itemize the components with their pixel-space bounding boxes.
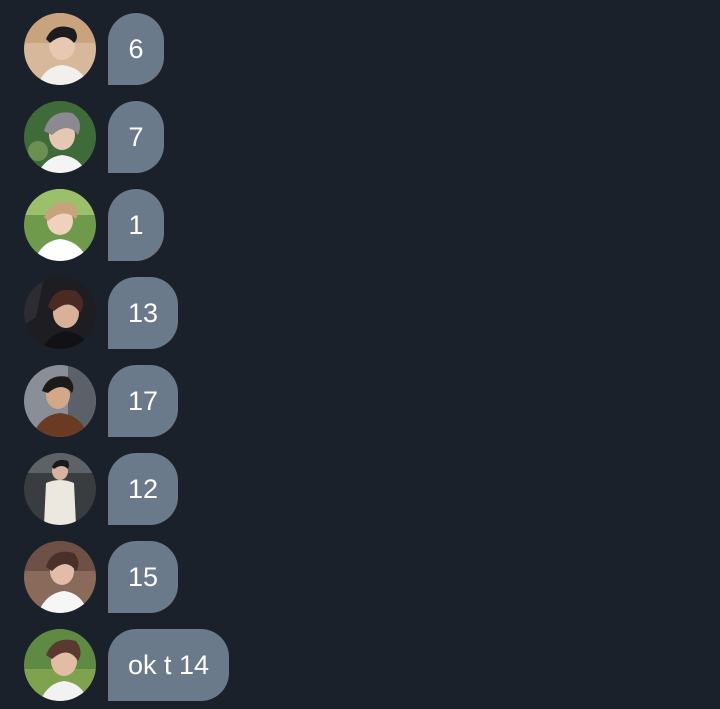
message-bubble[interactable]: 6 (108, 13, 164, 85)
avatar[interactable] (24, 189, 96, 261)
avatar[interactable] (24, 13, 96, 85)
message-bubble[interactable]: 12 (108, 453, 179, 525)
message-bubble[interactable]: ok t 14 (108, 629, 230, 701)
avatar[interactable] (24, 629, 96, 701)
message-row: 7 (24, 101, 164, 173)
message-row: 12 (24, 453, 179, 525)
message-row: 13 (24, 277, 179, 349)
message-bubble[interactable]: 7 (108, 101, 164, 173)
message-row: 1 (24, 189, 164, 261)
message-row: 17 (24, 365, 179, 437)
message-bubble[interactable]: 13 (108, 277, 179, 349)
avatar[interactable] (24, 365, 96, 437)
message-bubble[interactable]: 17 (108, 365, 179, 437)
avatar[interactable] (24, 453, 96, 525)
message-row: ok t 14 (24, 629, 230, 701)
message-row: 6 (24, 13, 164, 85)
message-bubble[interactable]: 15 (108, 541, 179, 613)
message-bubble[interactable]: 1 (108, 189, 164, 261)
chat-message-list: 6 7 1 13 17 12 15 ok t 14 (0, 0, 720, 709)
avatar[interactable] (24, 101, 96, 173)
message-row: 15 (24, 541, 179, 613)
avatar[interactable] (24, 277, 96, 349)
avatar[interactable] (24, 541, 96, 613)
